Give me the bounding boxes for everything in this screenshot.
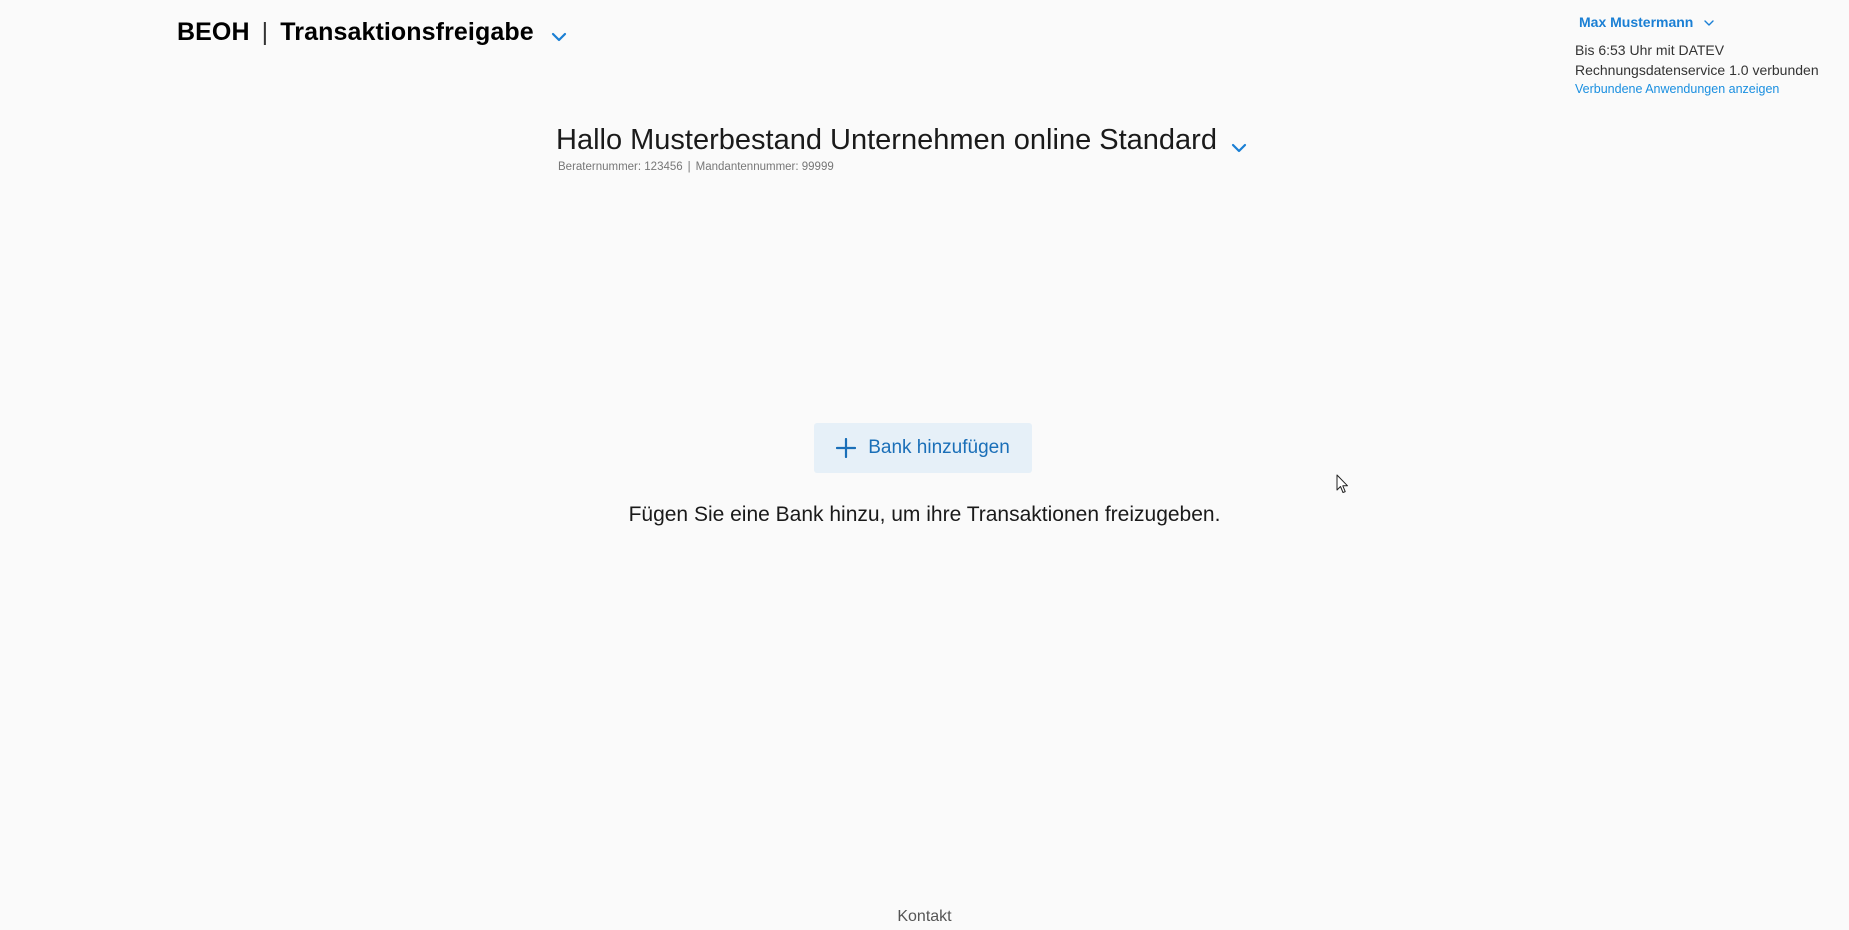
chevron-down-icon[interactable]: [1229, 133, 1249, 153]
advisor-number: Beraternummer: 123456: [558, 161, 683, 173]
footer: Kontakt: [0, 908, 1849, 926]
client-number: Mandantennummer: 99999: [695, 161, 834, 173]
user-panel: Max Mustermann Bis 6:53 Uhr mit DATEV Re…: [1575, 12, 1845, 96]
chevron-down-icon[interactable]: [1703, 16, 1715, 28]
user-name[interactable]: Max Mustermann: [1579, 14, 1693, 30]
contact-link[interactable]: Kontakt: [897, 908, 951, 925]
chevron-down-icon[interactable]: [550, 24, 568, 42]
empty-state-hint: Fügen Sie eine Bank hinzu, um ihre Trans…: [628, 503, 1221, 526]
app-name: BEOH: [177, 18, 250, 46]
add-bank-label[interactable]: Bank hinzufügen: [868, 437, 1010, 459]
client-ids: Beraternummer: 123456 | Mandantennummer: 9…: [558, 161, 834, 173]
module-name: Transaktionsfreigabe: [280, 18, 534, 46]
add-bank-button[interactable]: Bank hinzufügen: [814, 423, 1032, 473]
greeting-text[interactable]: Hallo Musterbestand Unternehmen online S…: [556, 124, 1217, 157]
app-title: BEOH | Transaktionsfreigabe: [177, 18, 568, 47]
plus-icon: [836, 437, 857, 459]
client-greeting[interactable]: Hallo Musterbestand Unternehmen online S…: [556, 124, 1249, 157]
user-menu-button[interactable]: Max Mustermann: [1579, 12, 1845, 32]
connected-apps-link[interactable]: Verbundene Anwendungen anzeigen: [1575, 82, 1845, 96]
mouse-cursor-icon: [1336, 474, 1350, 494]
title-separator: |: [261, 18, 269, 46]
connection-status: Bis 6:53 Uhr mit DATEV Rechnungsdatenser…: [1575, 42, 1819, 78]
ids-separator: |: [687, 161, 691, 173]
